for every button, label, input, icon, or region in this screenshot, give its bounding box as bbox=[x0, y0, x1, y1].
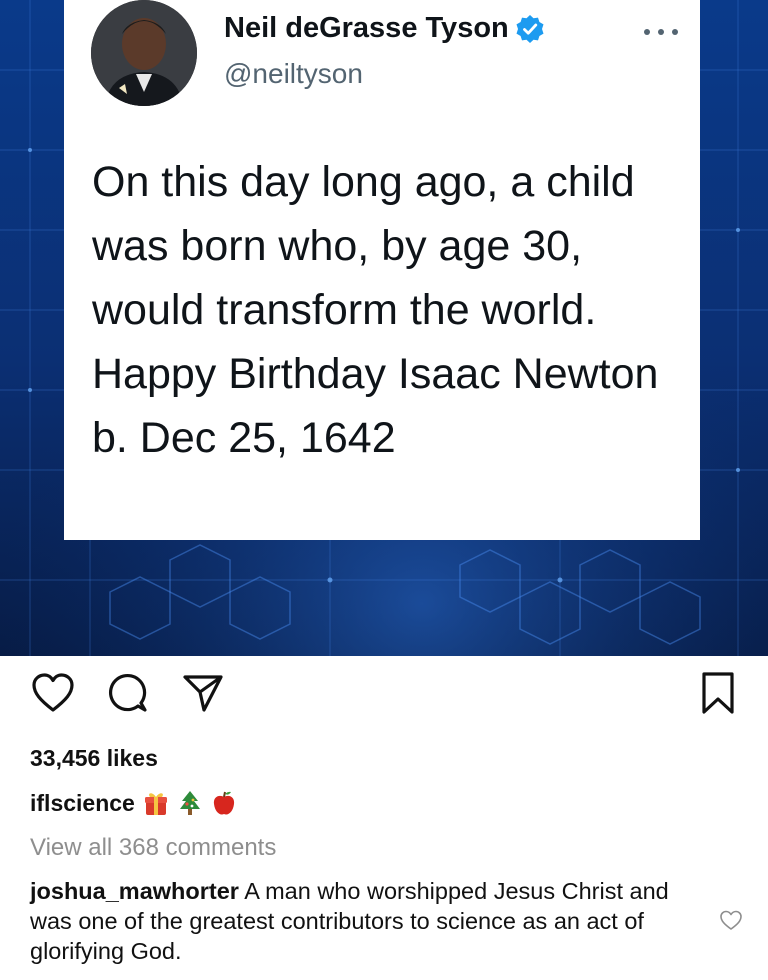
view-all-comments-link[interactable]: View all 368 comments bbox=[30, 834, 276, 862]
tweet-card: Neil deGrasse Tyson @neiltyson On this d… bbox=[64, 0, 700, 540]
red-apple-emoji-icon bbox=[213, 791, 234, 815]
post-image[interactable]: Neil deGrasse Tyson @neiltyson On this d… bbox=[0, 0, 768, 656]
caption: iflscience bbox=[30, 789, 237, 817]
gift-emoji-icon bbox=[144, 793, 167, 815]
comment-heart-icon[interactable] bbox=[719, 909, 743, 931]
action-bar bbox=[0, 670, 768, 720]
likes-count[interactable]: 33,456 likes bbox=[30, 745, 158, 772]
comment-icon[interactable] bbox=[105, 670, 151, 716]
verified-badge-icon bbox=[516, 14, 544, 43]
share-icon[interactable] bbox=[180, 670, 226, 716]
comment: joshua_mawhorter A man who worshipped Je… bbox=[30, 876, 670, 966]
display-name[interactable]: Neil deGrasse Tyson bbox=[224, 12, 509, 45]
avatar[interactable] bbox=[91, 0, 197, 106]
handle[interactable]: @neiltyson bbox=[224, 58, 363, 90]
christmas-tree-emoji-icon bbox=[179, 791, 200, 815]
caption-username[interactable]: iflscience bbox=[30, 790, 135, 817]
comment-username[interactable]: joshua_mawhorter bbox=[30, 878, 239, 904]
heart-icon[interactable] bbox=[30, 670, 76, 716]
more-options-icon[interactable] bbox=[639, 26, 683, 38]
tweet-text: On this day long ago, a child was born w… bbox=[92, 158, 659, 462]
bookmark-icon[interactable] bbox=[695, 670, 741, 716]
